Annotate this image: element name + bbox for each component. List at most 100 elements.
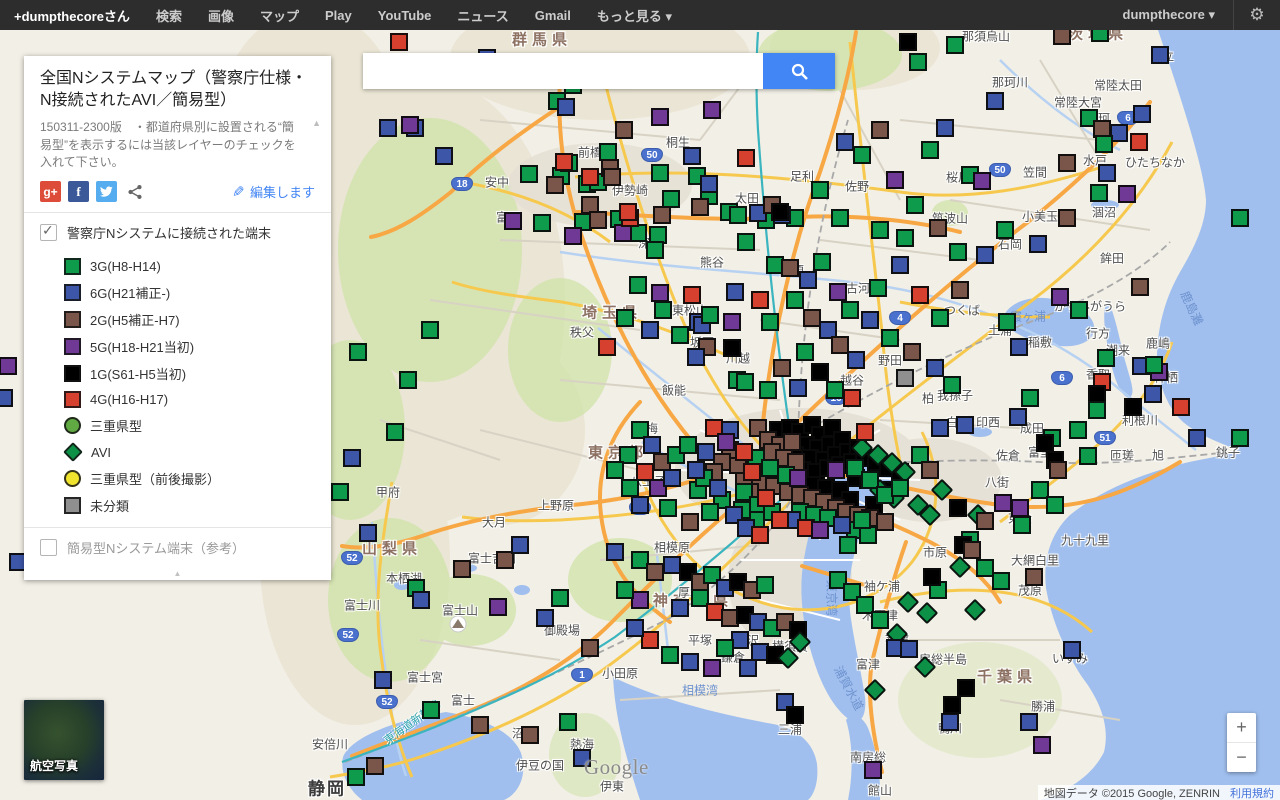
- map-marker-g[interactable]: [629, 276, 647, 294]
- map-marker-g[interactable]: [616, 581, 634, 599]
- search-button[interactable]: [763, 53, 835, 89]
- map-marker-g[interactable]: [1145, 356, 1163, 374]
- map-marker-g[interactable]: [520, 165, 538, 183]
- map-marker-b[interactable]: [936, 119, 954, 137]
- map-marker-b[interactable]: [956, 416, 974, 434]
- map-marker-g[interactable]: [606, 461, 624, 479]
- map-marker-g[interactable]: [533, 214, 551, 232]
- map-marker-g[interactable]: [853, 146, 871, 164]
- map-marker-g[interactable]: [386, 423, 404, 441]
- map-marker-p[interactable]: [829, 283, 847, 301]
- terms-link[interactable]: 利用規約: [1230, 785, 1274, 800]
- map-marker-n[interactable]: [603, 168, 621, 186]
- map-marker-g[interactable]: [996, 221, 1014, 239]
- map-marker-n[interactable]: [773, 359, 791, 377]
- map-marker-b[interactable]: [709, 479, 727, 497]
- map-marker-b[interactable]: [412, 591, 430, 609]
- map-marker-b[interactable]: [379, 119, 397, 137]
- map-marker-g[interactable]: [761, 313, 779, 331]
- map-marker-n[interactable]: [366, 757, 384, 775]
- map-marker-r[interactable]: [390, 33, 408, 51]
- map-marker-p[interactable]: [811, 521, 829, 539]
- map-marker-g[interactable]: [347, 768, 365, 786]
- search-input[interactable]: [363, 53, 763, 89]
- map-marker-b[interactable]: [687, 348, 705, 366]
- map-marker-g[interactable]: [1013, 516, 1031, 534]
- map-marker-b[interactable]: [847, 351, 865, 369]
- map-marker-k[interactable]: [949, 499, 967, 517]
- aerial-photo-toggle[interactable]: 航空写真: [24, 700, 104, 780]
- map-marker-n[interactable]: [876, 513, 894, 531]
- map-marker-b[interactable]: [789, 379, 807, 397]
- layer1-checkbox[interactable]: [40, 222, 57, 242]
- map-marker-g[interactable]: [651, 164, 669, 182]
- map-marker-r[interactable]: [1130, 133, 1148, 151]
- zoom-out-button[interactable]: −: [1227, 743, 1256, 772]
- topbar-item-0[interactable]: +dumpthecoreさん: [14, 6, 130, 25]
- map-marker-p[interactable]: [651, 284, 669, 302]
- map-marker-b[interactable]: [700, 175, 718, 193]
- map-marker-b[interactable]: [343, 449, 361, 467]
- map-marker-n[interactable]: [781, 259, 799, 277]
- map-marker-b[interactable]: [557, 98, 575, 116]
- map-marker-k[interactable]: [811, 363, 829, 381]
- map-marker-k[interactable]: [786, 706, 804, 724]
- map-marker-b[interactable]: [833, 516, 851, 534]
- map-marker-n[interactable]: [615, 121, 633, 139]
- map-marker-g[interactable]: [716, 639, 734, 657]
- map-marker-g[interactable]: [831, 209, 849, 227]
- map-marker-n[interactable]: [653, 206, 671, 224]
- map-marker-b[interactable]: [900, 640, 918, 658]
- map-marker-b[interactable]: [663, 469, 681, 487]
- map-marker-b[interactable]: [1029, 235, 1047, 253]
- map-marker-g[interactable]: [871, 611, 889, 629]
- map-marker-g[interactable]: [399, 371, 417, 389]
- map-marker-k[interactable]: [771, 203, 789, 221]
- topbar-item-4[interactable]: Play: [325, 8, 352, 23]
- map-marker-p[interactable]: [827, 461, 845, 479]
- map-marker-p[interactable]: [401, 116, 419, 134]
- topbar-item-8[interactable]: もっと見る ▾: [597, 6, 672, 25]
- map-marker-r[interactable]: [751, 291, 769, 309]
- map-marker-g[interactable]: [1046, 496, 1064, 514]
- map-marker-n[interactable]: [921, 461, 939, 479]
- map-marker-b[interactable]: [1009, 408, 1027, 426]
- map-marker-k[interactable]: [1036, 434, 1054, 452]
- map-marker-k[interactable]: [957, 679, 975, 697]
- map-marker-p[interactable]: [1118, 185, 1136, 203]
- map-marker-g[interactable]: [659, 499, 677, 517]
- map-marker-n[interactable]: [871, 121, 889, 139]
- map-marker-g[interactable]: [891, 479, 909, 497]
- map-marker-p[interactable]: [864, 761, 882, 779]
- twitter-share-button[interactable]: [96, 181, 117, 203]
- map-marker-g[interactable]: [1088, 401, 1106, 419]
- map-marker-g[interactable]: [839, 536, 857, 554]
- map-marker-b[interactable]: [683, 147, 701, 165]
- map-marker-g[interactable]: [331, 483, 349, 501]
- map-marker-g[interactable]: [616, 309, 634, 327]
- layer2-checkbox[interactable]: [40, 539, 57, 557]
- map-marker-g[interactable]: [796, 343, 814, 361]
- map-marker-p[interactable]: [1033, 736, 1051, 754]
- map-marker-b[interactable]: [626, 619, 644, 637]
- map-marker-p[interactable]: [789, 469, 807, 487]
- facebook-share-button[interactable]: f: [68, 181, 89, 203]
- map-marker-r[interactable]: [581, 168, 599, 186]
- map-marker-b[interactable]: [986, 92, 1004, 110]
- map-marker-p[interactable]: [994, 494, 1012, 512]
- map-marker-g[interactable]: [853, 511, 871, 529]
- map-marker-p[interactable]: [1011, 499, 1029, 517]
- map-marker-b[interactable]: [941, 713, 959, 731]
- map-marker-r[interactable]: [735, 443, 753, 461]
- map-marker-g[interactable]: [759, 381, 777, 399]
- map-marker-g[interactable]: [621, 479, 639, 497]
- map-marker-b[interactable]: [726, 283, 744, 301]
- map-marker-b[interactable]: [1010, 338, 1028, 356]
- map-marker-p[interactable]: [504, 212, 522, 230]
- map-marker-p[interactable]: [703, 101, 721, 119]
- map-marker-r[interactable]: [751, 526, 769, 544]
- map-marker-g[interactable]: [551, 589, 569, 607]
- map-marker-g[interactable]: [786, 291, 804, 309]
- map-marker-b[interactable]: [976, 246, 994, 264]
- topbar-item-1[interactable]: 検索: [156, 6, 182, 25]
